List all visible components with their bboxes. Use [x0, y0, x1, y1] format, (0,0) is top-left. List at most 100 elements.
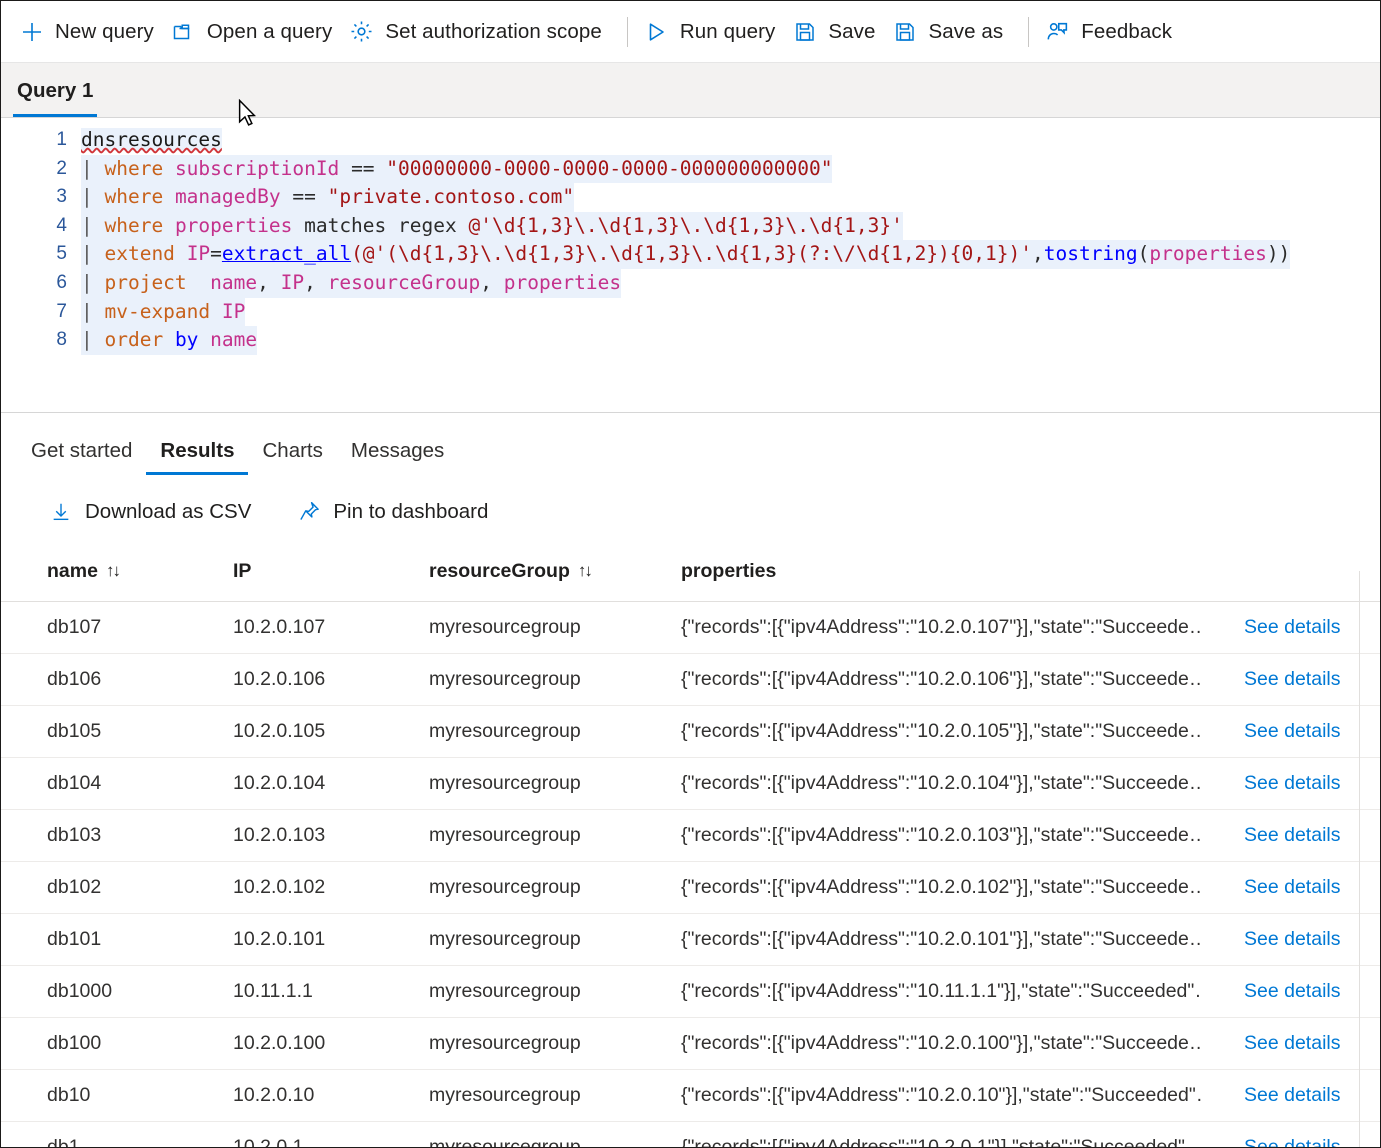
column-header-properties[interactable]: properties [681, 546, 1228, 602]
cell-ip: 10.11.1.1 [233, 965, 429, 1018]
tab-messages[interactable]: Messages [337, 439, 458, 475]
cell-ip: 10.2.0.104 [233, 757, 429, 810]
cell-resourcegroup: myresourcegroup [429, 1069, 681, 1122]
table-row[interactable]: db10 10.2.0.10 myresourcegroup {"records… [1, 1069, 1380, 1122]
cell-name: db10 [1, 1069, 233, 1122]
run-query-button[interactable]: Run query [640, 13, 788, 50]
cell-ip: 10.2.0.1 [233, 1121, 429, 1147]
results-command-bar: Download as CSV Pin to dashboard [1, 475, 1380, 546]
table-header-row: name ↑↓ IP resourceGroup ↑↓ properties [1, 546, 1380, 602]
cell-resourcegroup: myresourcegroup [429, 965, 681, 1018]
table-row[interactable]: db1 10.2.0.1 myresourcegroup {"records":… [1, 1121, 1380, 1147]
play-icon [644, 19, 669, 44]
cell-resourcegroup: myresourcegroup [429, 1017, 681, 1070]
tab-charts[interactable]: Charts [248, 439, 336, 475]
code-line: 2 | where subscriptionId == "00000000-00… [1, 154, 1380, 184]
see-details-link[interactable]: See details [1244, 876, 1340, 898]
cell-name: db105 [1, 705, 233, 758]
pin-to-dashboard-button[interactable]: Pin to dashboard [293, 493, 502, 530]
save-as-button[interactable]: Save as [889, 13, 1017, 50]
cell-ip: 10.2.0.105 [233, 705, 429, 758]
cell-name: db103 [1, 809, 233, 862]
table-right-divider [1359, 571, 1360, 1147]
run-query-label: Run query [679, 19, 776, 43]
token-table-name: dnsresources [81, 128, 222, 151]
folder-open-icon [171, 19, 196, 44]
cell-resourcegroup: myresourcegroup [429, 861, 681, 914]
download-as-csv-button[interactable]: Download as CSV [45, 493, 265, 530]
table-row[interactable]: db101 10.2.0.101 myresourcegroup {"recor… [1, 913, 1380, 966]
cell-ip: 10.2.0.103 [233, 809, 429, 862]
table-row[interactable]: db102 10.2.0.102 myresourcegroup {"recor… [1, 861, 1380, 914]
query-tab-1[interactable]: Query 1 [13, 79, 98, 117]
see-details-link[interactable]: See details [1244, 980, 1340, 1002]
see-details-link[interactable]: See details [1244, 772, 1340, 794]
cell-properties: {"records":[{"ipv4Address":"10.2.0.106"}… [681, 653, 1228, 706]
column-header-resourcegroup-label: resourceGroup [429, 560, 570, 582]
line-number: 5 [56, 243, 67, 265]
set-authorization-scope-button[interactable]: Set authorization scope [345, 13, 615, 50]
cell-resourcegroup: myresourcegroup [429, 809, 681, 862]
see-details-link[interactable]: See details [1244, 720, 1340, 742]
see-details-link[interactable]: See details [1244, 928, 1340, 950]
table-row[interactable]: db1000 10.11.1.1 myresourcegroup {"recor… [1, 965, 1380, 1018]
tab-results[interactable]: Results [146, 439, 249, 475]
cell-ip: 10.2.0.10 [233, 1069, 429, 1122]
code-line: 4 | where properties matches regex @'\d{… [1, 211, 1380, 241]
feedback-label: Feedback [1081, 19, 1173, 43]
cell-properties: {"records":[{"ipv4Address":"10.2.0.102"}… [681, 861, 1228, 914]
pin-icon [297, 499, 321, 524]
table-row[interactable]: db105 10.2.0.105 myresourcegroup {"recor… [1, 705, 1380, 758]
open-query-button[interactable]: Open a query [167, 13, 345, 50]
results-table: name ↑↓ IP resourceGroup ↑↓ properties db1… [1, 546, 1380, 1147]
gear-icon [349, 19, 374, 44]
column-header-name[interactable]: name ↑↓ [1, 546, 233, 602]
sort-icon[interactable]: ↑↓ [106, 561, 121, 581]
table-row[interactable]: db104 10.2.0.104 myresourcegroup {"recor… [1, 757, 1380, 810]
results-pane: Get started Results Charts Messages Down… [1, 413, 1380, 1147]
new-query-label: New query [55, 19, 154, 43]
see-details-link[interactable]: See details [1244, 1136, 1340, 1147]
code-content: dnsresources [81, 126, 222, 155]
token-tostring: tostring [1043, 242, 1138, 266]
code-content: | mv-expand IP [81, 297, 246, 327]
cell-name: db107 [1, 601, 233, 654]
sort-icon[interactable]: ↑↓ [578, 561, 593, 581]
table-row[interactable]: db106 10.2.0.106 myresourcegroup {"recor… [1, 653, 1380, 706]
cell-name: db1 [1, 1121, 233, 1147]
column-header-resourcegroup[interactable]: resourceGroup ↑↓ [429, 546, 681, 602]
cell-name: db102 [1, 861, 233, 914]
tab-get-started[interactable]: Get started [17, 439, 146, 475]
cell-resourcegroup: myresourcegroup [429, 913, 681, 966]
feedback-button[interactable]: Feedback [1041, 13, 1185, 50]
line-number: 2 [56, 157, 67, 179]
save-icon [792, 19, 817, 44]
see-details-link[interactable]: See details [1244, 1032, 1340, 1054]
cell-name: db104 [1, 757, 233, 810]
set-authorization-scope-label: Set authorization scope [385, 19, 602, 43]
new-query-button[interactable]: New query [15, 13, 167, 50]
code-line: 6 | project name, IP, resourceGroup, pro… [1, 268, 1380, 298]
table-row[interactable]: db100 10.2.0.100 myresourcegroup {"recor… [1, 1017, 1380, 1070]
save-as-label: Save as [928, 19, 1004, 43]
plus-icon [19, 19, 44, 44]
line-number: 1 [56, 129, 67, 150]
cell-properties: {"records":[{"ipv4Address":"10.2.0.1"}],… [681, 1121, 1228, 1147]
see-details-link[interactable]: See details [1244, 668, 1340, 690]
save-button[interactable]: Save [788, 13, 888, 50]
cell-resourcegroup: myresourcegroup [429, 705, 681, 758]
see-details-link[interactable]: See details [1244, 824, 1340, 846]
see-details-link[interactable]: See details [1244, 1084, 1340, 1106]
code-line: 5 | extend IP=extract_all(@'(\d{1,3}\.\d… [1, 240, 1380, 269]
cell-name: db106 [1, 653, 233, 706]
results-table-body: db107 10.2.0.107 myresourcegroup {"recor… [1, 601, 1380, 1147]
table-row[interactable]: db103 10.2.0.103 myresourcegroup {"recor… [1, 809, 1380, 862]
code-line: 8 | order by name [1, 326, 1380, 355]
see-details-link[interactable]: See details [1244, 616, 1340, 638]
table-row[interactable]: db107 10.2.0.107 myresourcegroup {"recor… [1, 601, 1380, 654]
kql-query-editor[interactable]: 1 dnsresources 2 | where subscriptionId … [1, 117, 1380, 413]
column-header-ip[interactable]: IP [233, 546, 429, 602]
save-as-icon [893, 19, 918, 44]
cell-properties: {"records":[{"ipv4Address":"10.2.0.107"}… [681, 601, 1228, 654]
toolbar-divider-1 [626, 16, 628, 47]
